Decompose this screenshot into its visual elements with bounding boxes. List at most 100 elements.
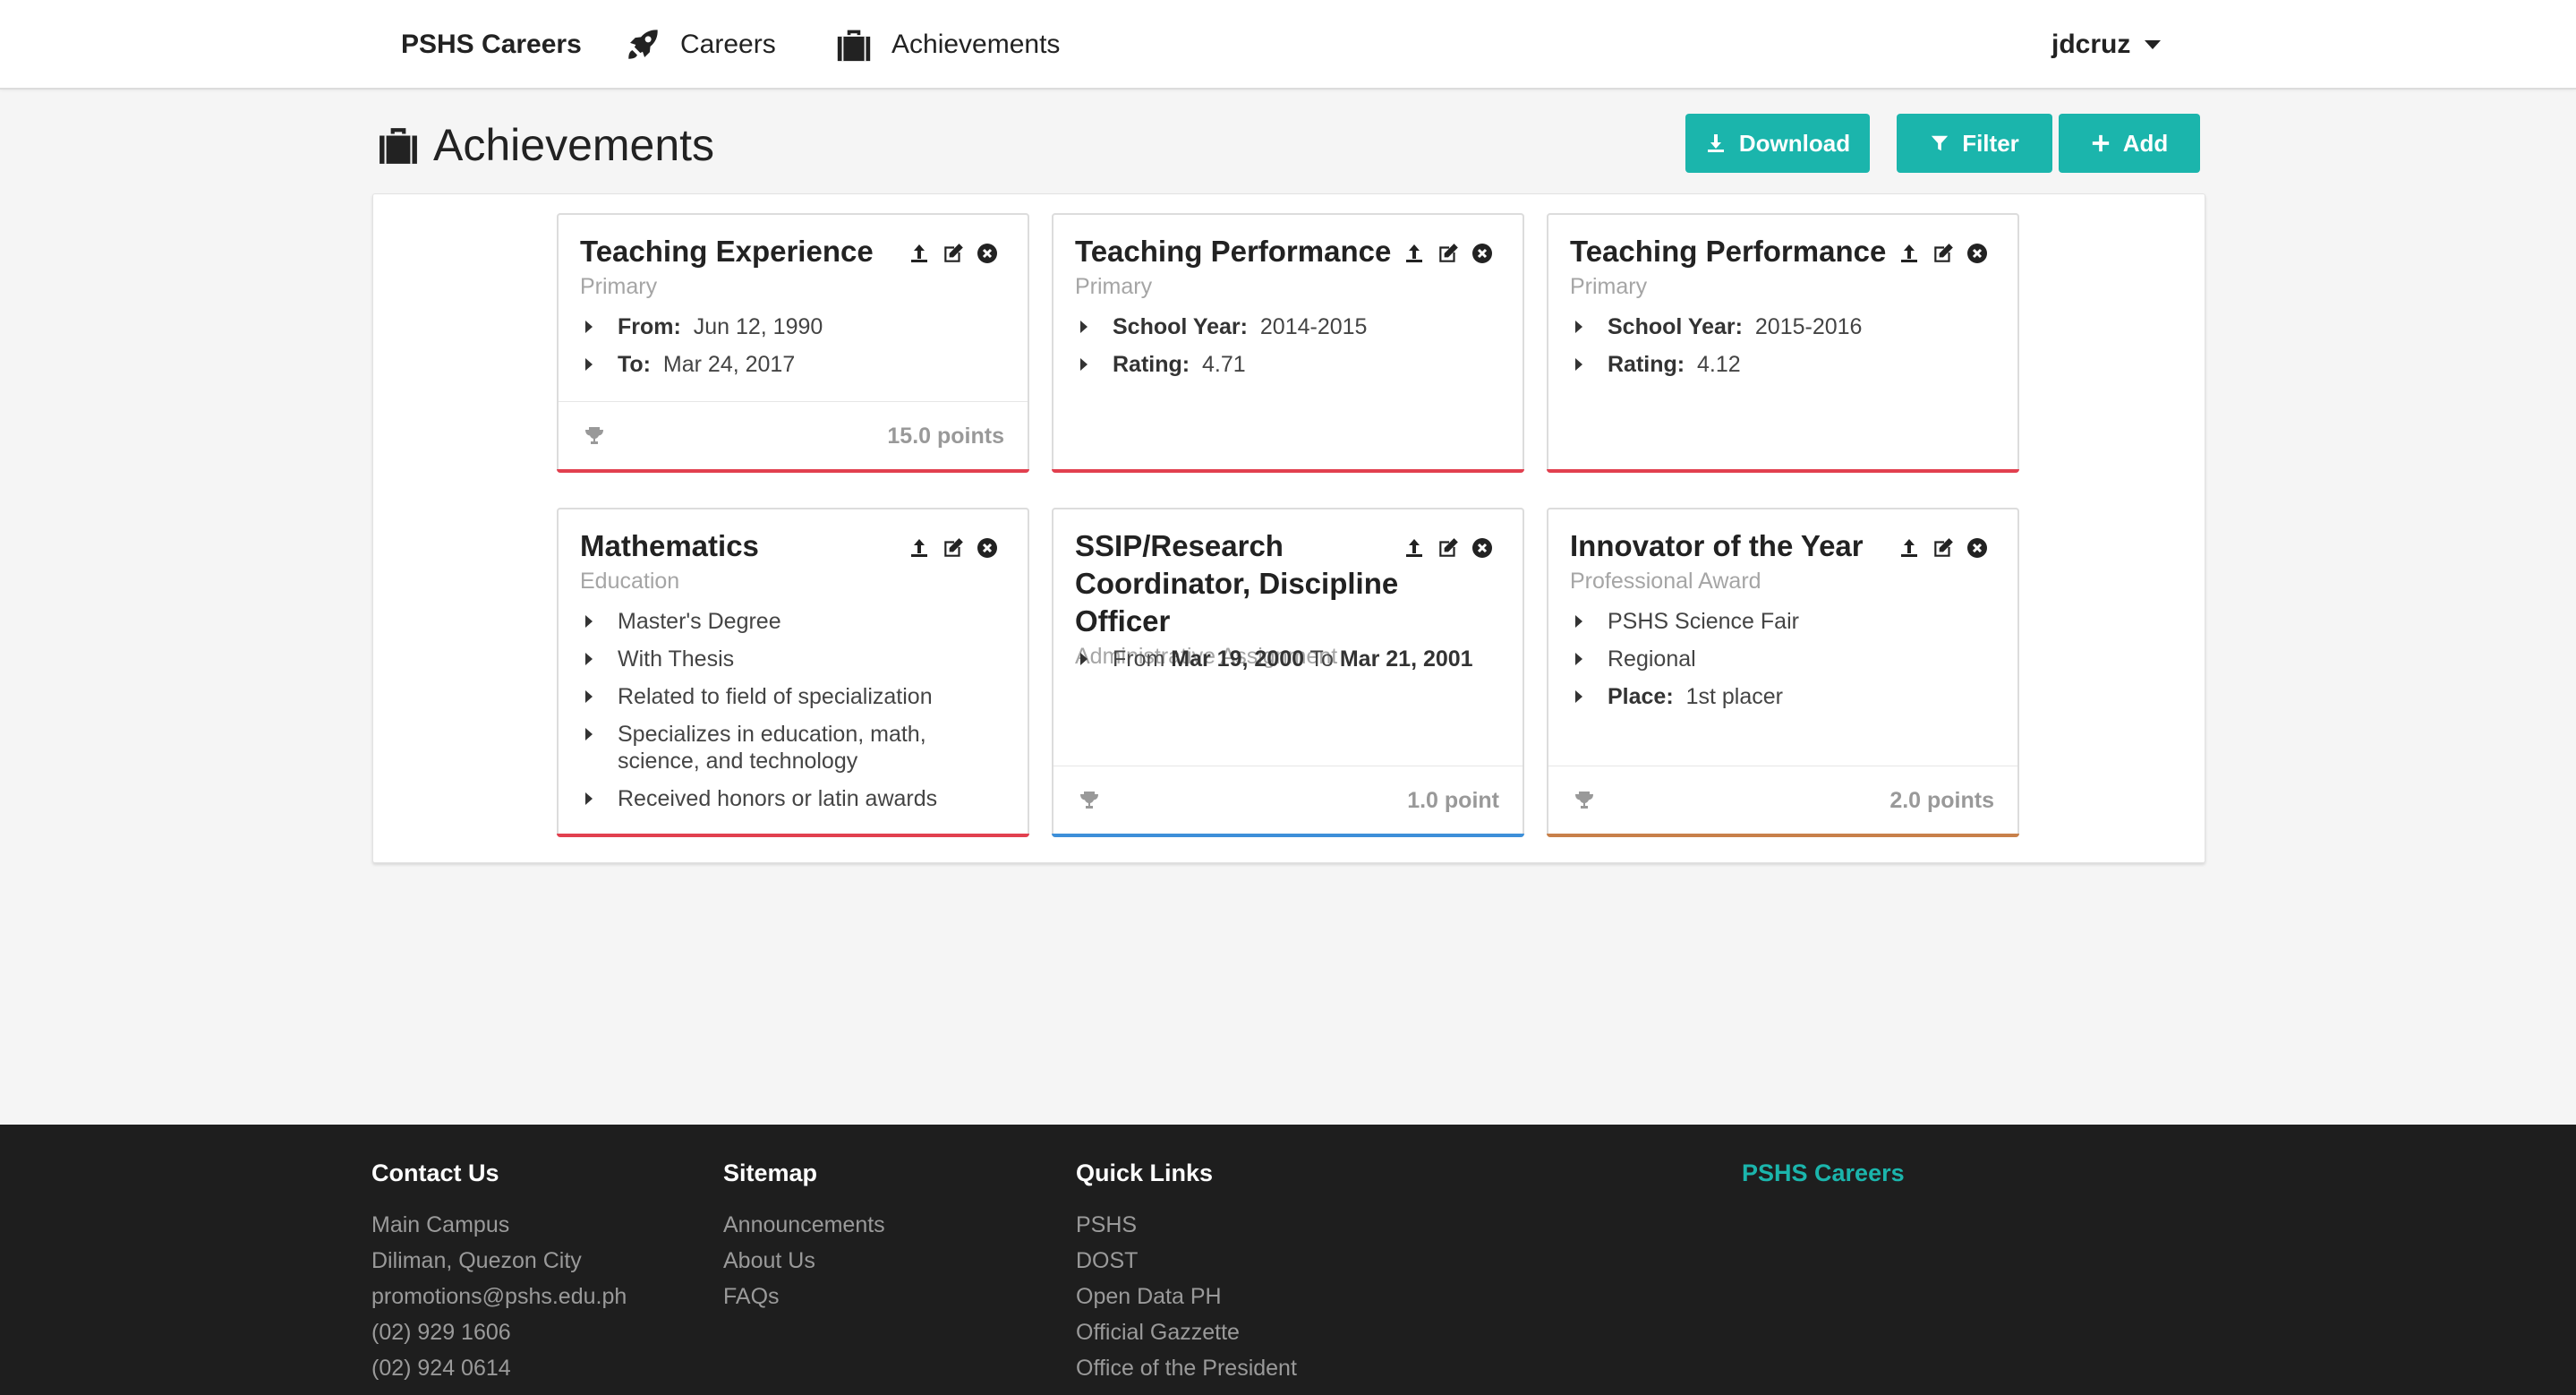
edit-icon[interactable] [1932,536,1955,560]
card-category: Professional Award [1570,569,1761,594]
filter-button[interactable]: Filter [1897,114,2052,173]
trophy-icon [1574,790,1597,813]
card-status-bar [557,834,1029,837]
upload-icon[interactable] [1403,536,1426,560]
card-status-bar [1547,469,2019,473]
upload-icon[interactable] [1403,242,1426,265]
close-circle-icon[interactable] [1471,536,1494,560]
list-item: To: Mar 24, 2017 [580,351,823,378]
footer-text: promotions@pshs.edu.ph [371,1284,627,1309]
footer-link[interactable]: Open Data PH [1076,1279,1297,1314]
footer-link[interactable]: Announcements [723,1207,885,1243]
card-details: From Mar 19, 2000 To Mar 21, 2001 [1075,646,1514,683]
card-actions [1403,242,1494,265]
footer-brand-col: PSHS Careers [1742,1157,1905,1207]
card-actions [908,242,999,265]
card-title: Teaching Experience [580,235,874,268]
footer-text: (02) 929 1606 [371,1320,511,1345]
card-title: SSIP/Research Coordinator, Discipline Of… [1075,529,1399,638]
download-label: Download [1738,129,1851,157]
list-item: From: Jun 12, 1990 [580,313,823,340]
achievement-card: Mathematics Education Master's Degree Wi… [557,508,1029,837]
footer-text: (02) 924 0614 [371,1356,511,1381]
card-points: 1.0 point [1407,788,1499,813]
footer-contact: Contact Us Main Campus Diliman, Quezon C… [371,1157,627,1386]
close-circle-icon[interactable] [1471,242,1494,265]
card-title: Mathematics [580,529,759,562]
edit-icon[interactable] [1437,242,1460,265]
upload-icon[interactable] [1898,242,1921,265]
achievement-card: Teaching Performance Primary School Year… [1547,213,2019,473]
card-details: Master's Degree With Thesis Related to f… [580,608,1010,823]
card-details: School Year: 2015-2016 Rating: 4.12 [1570,313,1862,389]
list-item: School Year: 2014-2015 [1075,313,1367,340]
card-actions [1898,536,1989,560]
list-item: PSHS Science Fair [1570,608,1799,635]
edit-icon[interactable] [1932,242,1955,265]
card-title: Teaching Performance [1570,235,1887,268]
list-item: From Mar 19, 2000 To Mar 21, 2001 [1075,646,1514,672]
card-actions [1403,536,1494,560]
card-title: Teaching Performance [1075,235,1392,268]
card-category: Primary [580,274,658,299]
card-points: 15.0 points [887,424,1004,449]
user-name: jdcruz [2051,30,2131,59]
nav-brand-link[interactable]: PSHS Careers [401,25,582,64]
edit-icon[interactable] [1437,536,1460,560]
list-item: Rating: 4.71 [1075,351,1367,378]
trophy-icon [584,425,607,449]
card-status-bar [1547,834,2019,837]
plus-icon [2091,133,2111,153]
list-item: School Year: 2015-2016 [1570,313,1862,340]
user-menu[interactable]: jdcruz [2051,25,2162,64]
footer-link[interactable]: Office of the President [1076,1350,1297,1386]
footer-link[interactable]: About Us [723,1243,885,1279]
nav-item-achievements[interactable]: Achievements [834,25,1060,64]
list-item: Place: 1st placer [1570,683,1799,710]
briefcase-icon [834,25,874,64]
card-points: 2.0 points [1889,788,1994,813]
nav-item-careers-label: Careers [680,30,776,59]
footer-text: Main Campus [371,1212,510,1237]
briefcase-icon [374,124,422,166]
add-button[interactable]: Add [2059,114,2200,173]
top-navbar: PSHS Careers Careers Achievements jdcruz [0,0,2576,90]
close-circle-icon[interactable] [1966,242,1989,265]
nav-item-careers[interactable]: Careers [623,25,776,64]
list-item: Regional [1570,646,1799,672]
footer-sitemap: Sitemap Announcements About Us FAQs [723,1157,885,1314]
card-category: Primary [1075,274,1153,299]
list-item: Master's Degree [580,608,1010,635]
footer-heading: Contact Us [371,1160,499,1186]
footer-link[interactable]: PSHS [1076,1207,1297,1243]
site-footer: Contact Us Main Campus Diliman, Quezon C… [0,1125,2576,1395]
footer-link[interactable]: Official Gazzette [1076,1314,1297,1350]
edit-icon[interactable] [942,242,965,265]
footer-text: Diliman, Quezon City [371,1248,582,1273]
close-circle-icon[interactable] [976,536,999,560]
close-circle-icon[interactable] [1966,536,1989,560]
upload-icon[interactable] [908,242,931,265]
footer-quicklinks: Quick Links PSHS DOST Open Data PH Offic… [1076,1157,1297,1386]
download-button[interactable]: Download [1685,114,1870,173]
footer-link[interactable]: DOST [1076,1243,1297,1279]
upload-icon[interactable] [1898,536,1921,560]
page-heading: Achievements [433,120,715,170]
card-title: Innovator of the Year [1570,529,1864,562]
list-item: Rating: 4.12 [1570,351,1862,378]
card-status-bar [1052,834,1524,837]
close-circle-icon[interactable] [976,242,999,265]
card-details: From: Jun 12, 1990 To: Mar 24, 2017 [580,313,823,389]
card-category: Education [580,569,680,594]
footer-heading: Sitemap [723,1160,818,1186]
download-icon [1705,133,1727,154]
nav-item-achievements-label: Achievements [891,30,1061,59]
card-details: PSHS Science Fair Regional Place: 1st pl… [1570,608,1799,721]
edit-icon[interactable] [942,536,965,560]
card-actions [1898,242,1989,265]
add-label: Add [2122,129,2169,157]
upload-icon[interactable] [908,536,931,560]
footer-brand[interactable]: PSHS Careers [1742,1157,1905,1189]
card-footer: 1.0 point [1053,766,1523,835]
footer-link[interactable]: FAQs [723,1279,885,1314]
